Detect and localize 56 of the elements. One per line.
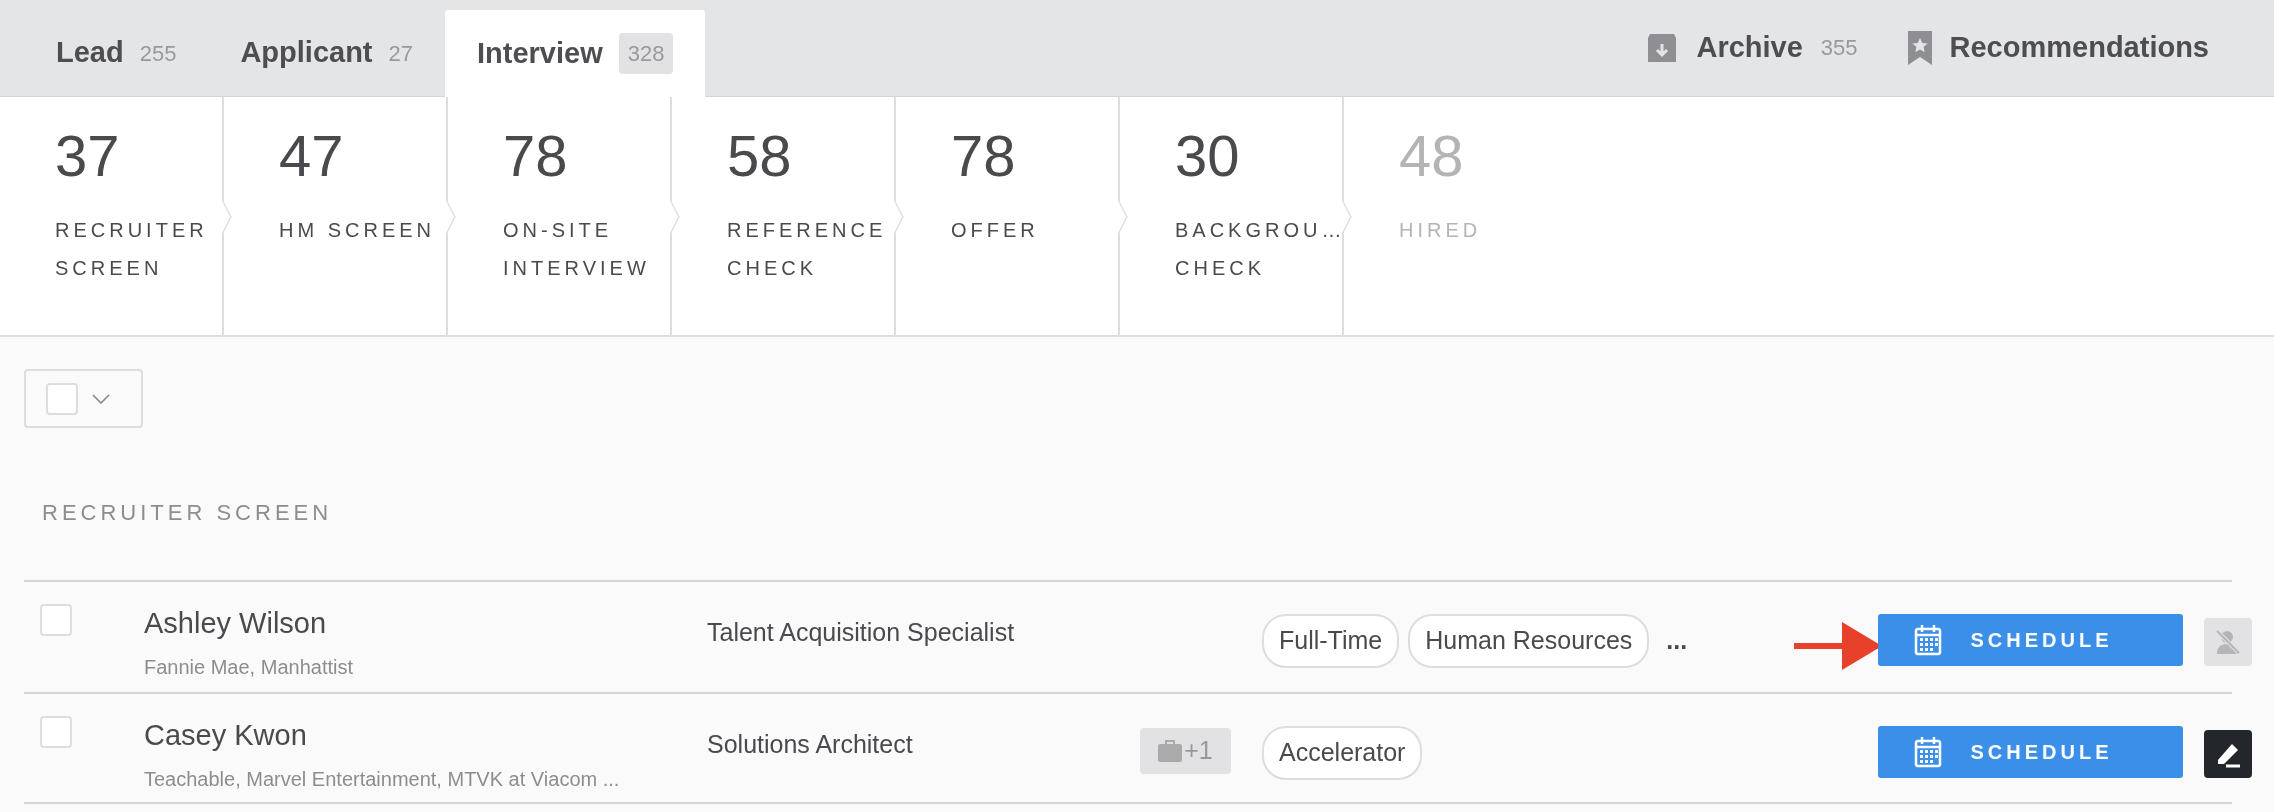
tab-link[interactable]: Recommendations	[1907, 25, 2209, 70]
stage-label: OFFER	[951, 218, 1039, 243]
candidate-companies: Teachable, Marvel Entertainment, MTVK at Viacom ...	[144, 766, 621, 792]
bookmark-star-icon	[1907, 30, 1932, 65]
stage-label: RECRUITER	[55, 218, 208, 243]
stage-label: INTERVIEW	[503, 256, 650, 281]
extra-positions-count: +1	[1184, 735, 1213, 767]
stage-label: HIRED	[1399, 218, 1482, 243]
bulk-select-dropdown[interactable]	[24, 369, 143, 428]
stage-count: 47	[279, 127, 344, 185]
stage-count: 37	[55, 127, 120, 185]
stage-label: HM SCREEN	[279, 218, 435, 243]
tab-count: 27	[388, 39, 413, 68]
row-checkbox[interactable]	[40, 716, 72, 748]
caret-icon	[92, 393, 110, 404]
stage-tab[interactable]: 30 BACKGROU… CHECK	[1175, 127, 1346, 287]
calendar-icon	[1914, 624, 1943, 656]
stage-tab[interactable]: 58 REFERENCE CHECK	[727, 127, 887, 287]
tab[interactable]: Applicant 27	[208, 10, 445, 96]
stage-count: 30	[1175, 127, 1240, 185]
briefcase-icon	[1158, 740, 1183, 762]
stage-label: BACKGROU…	[1175, 218, 1346, 243]
calendar-icon	[1914, 736, 1943, 768]
user-slash-icon	[2214, 628, 2242, 656]
stage-tab[interactable]: 78 ON-SITE INTERVIEW	[503, 127, 650, 287]
candidate-name[interactable]: Ashley Wilson	[144, 602, 664, 646]
stage-tab[interactable]: 78 OFFER	[951, 127, 1039, 249]
tab-count: 255	[139, 39, 177, 68]
tab-count: 355	[1820, 34, 1858, 62]
tag: Full-Time	[1262, 614, 1400, 668]
tab-count: 328	[618, 33, 674, 74]
stage-label: CHECK	[1175, 256, 1265, 281]
stage-count: 48	[1399, 127, 1464, 185]
edit-button[interactable]	[2204, 730, 2252, 778]
tag: Accelerator	[1262, 726, 1423, 780]
stage-count: 78	[503, 127, 568, 185]
candidate-name[interactable]: Casey Kwon	[144, 714, 664, 758]
stage-count: 58	[727, 127, 792, 185]
stage-tab[interactable]: 47 HM SCREEN	[279, 127, 435, 249]
position-title: Solutions Architect	[707, 729, 913, 760]
tag: Human Resources	[1408, 614, 1650, 668]
stage-tab[interactable]: 37 RECRUITER SCREEN	[55, 127, 208, 287]
more-tags[interactable]: ...	[1666, 622, 1688, 660]
position-title: Talent Acquisition Specialist	[707, 617, 1015, 648]
tab-link[interactable]: Archive 355	[1646, 25, 1858, 70]
section-title: RECRUITER SCREEN	[42, 499, 334, 527]
stage-label: CHECK	[727, 256, 817, 281]
tab[interactable]: Interview 328	[445, 10, 706, 97]
stage-count: 78	[951, 127, 1016, 185]
stage-label: REFERENCE	[727, 218, 887, 243]
stage-label: ON-SITE	[503, 218, 613, 243]
row-checkbox[interactable]	[40, 604, 72, 636]
candidate-companies: Fannie Mae, Manhattist	[144, 654, 354, 680]
archive-box-icon	[1646, 31, 1679, 64]
stage-label: SCREEN	[55, 256, 163, 281]
tab[interactable]: Lead 255	[24, 10, 209, 96]
